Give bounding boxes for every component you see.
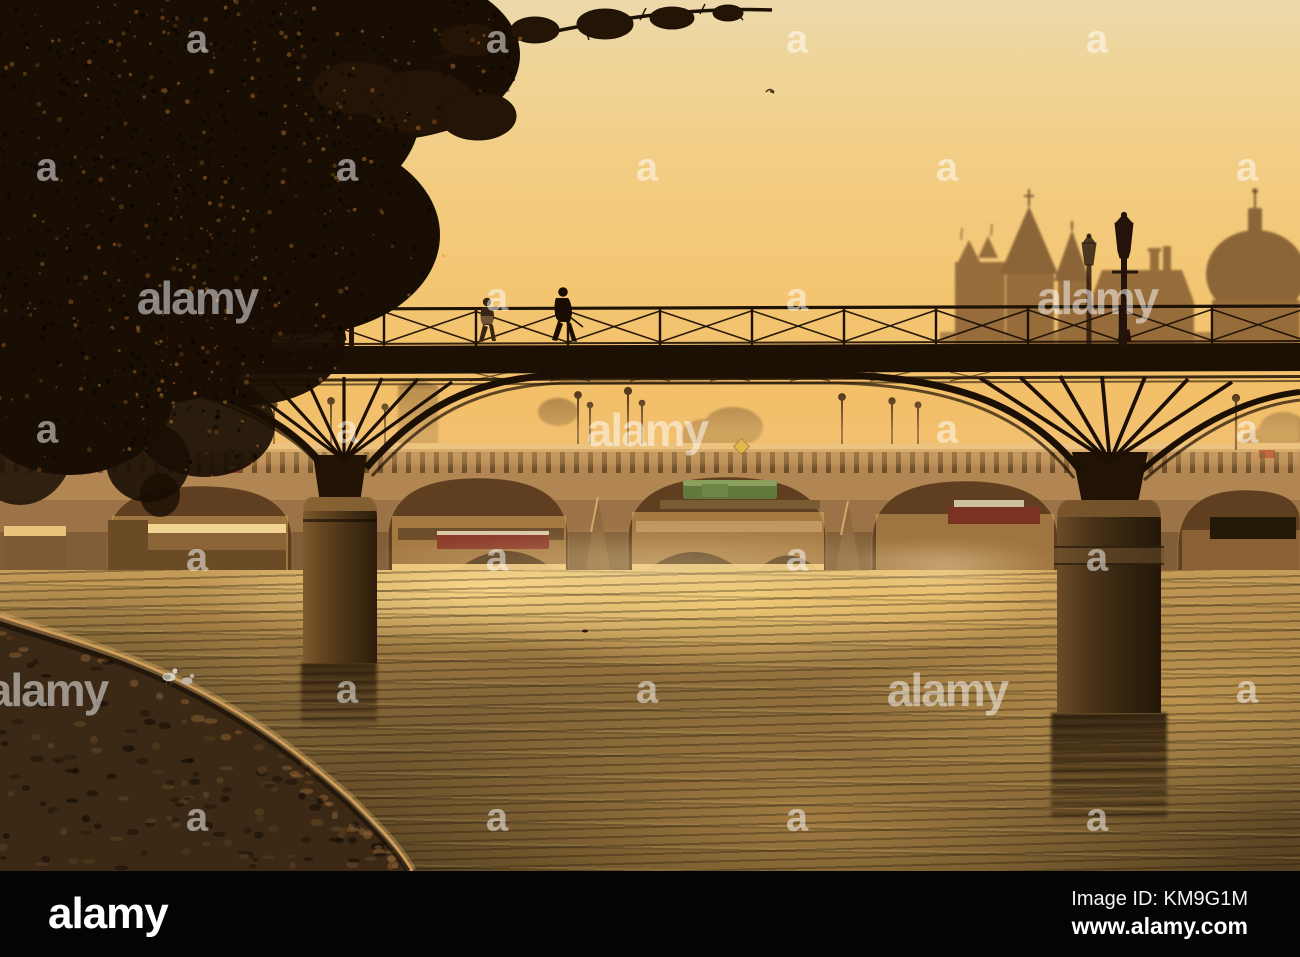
watermark-a: a bbox=[785, 275, 809, 320]
watermark-a: a bbox=[935, 145, 959, 190]
alamy-footer-bar: alamy Image ID: KM9G1M www.alamy.com bbox=[0, 871, 1300, 957]
website-url-text: www.alamy.com bbox=[1071, 913, 1248, 940]
watermark-alamy: alamy bbox=[586, 404, 709, 456]
watermark-a: a bbox=[635, 667, 659, 712]
watermark-a: a bbox=[785, 17, 809, 62]
photograph: a a a a a a a a a alamy a a alamy a a alamy a a a a a a alamy a… bbox=[0, 0, 1300, 871]
watermark-a: a bbox=[1085, 795, 1109, 840]
watermark-a: a bbox=[185, 795, 209, 840]
watermark-a: a bbox=[1085, 17, 1109, 62]
watermark-alamy: alamy bbox=[0, 664, 109, 716]
watermark-a: a bbox=[785, 535, 809, 580]
watermark-a: a bbox=[335, 407, 359, 452]
watermark-a: a bbox=[1085, 535, 1109, 580]
watermark-a: a bbox=[1235, 667, 1259, 712]
watermark-a: a bbox=[1235, 407, 1259, 452]
watermark-a: a bbox=[485, 17, 509, 62]
watermark-alamy: alamy bbox=[886, 664, 1009, 716]
watermark-a: a bbox=[935, 407, 959, 452]
watermark-a: a bbox=[635, 145, 659, 190]
watermark-alamy: alamy bbox=[1036, 272, 1159, 324]
bird-on-water bbox=[582, 629, 588, 633]
watermark-a: a bbox=[35, 407, 59, 452]
stock-photo-page: aaaaaaaaaalamyaaalamyaaalamyaaaaaaalamya… bbox=[0, 0, 1300, 957]
watermark-a: a bbox=[185, 17, 209, 62]
footer-info: Image ID: KM9G1M www.alamy.com bbox=[1071, 887, 1248, 941]
watermark-a: a bbox=[1235, 145, 1259, 190]
watermark-a: a bbox=[485, 535, 509, 580]
seagulls bbox=[162, 629, 588, 686]
watermark-a: a bbox=[485, 795, 509, 840]
watermark-a: a bbox=[785, 795, 809, 840]
watermark-alamy: alamy bbox=[136, 272, 259, 324]
watermark-a: a bbox=[185, 535, 209, 580]
watermark-a: a bbox=[335, 145, 359, 190]
image-id-text: Image ID: KM9G1M bbox=[1071, 888, 1248, 911]
watermark-a: a bbox=[35, 145, 59, 190]
watermark-a: a bbox=[335, 667, 359, 712]
watermark-a: a bbox=[485, 275, 509, 320]
alamy-logo: alamy bbox=[48, 889, 169, 938]
